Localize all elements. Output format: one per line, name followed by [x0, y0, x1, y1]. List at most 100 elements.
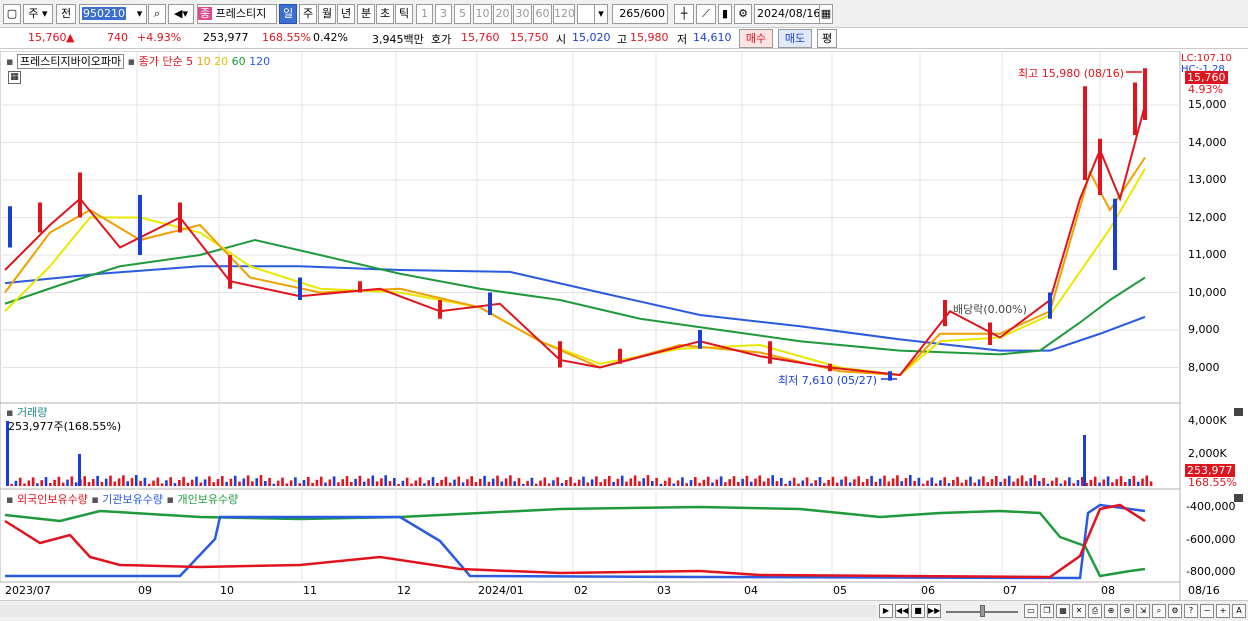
hold-y-tick: -400,000 — [1186, 500, 1236, 513]
volume-bar — [565, 480, 568, 486]
volume-bar — [380, 478, 383, 486]
close-volume-icon[interactable] — [1234, 408, 1243, 416]
volume-bar — [651, 481, 654, 486]
print-icon[interactable]: ⎙ — [1088, 604, 1102, 618]
font-icon[interactable]: A — [1232, 604, 1246, 618]
volume-bar — [964, 479, 968, 486]
volume-bar — [319, 476, 323, 486]
volume-bar — [474, 482, 478, 486]
low-annotation: 최저 7,610 (05/27) — [778, 374, 878, 387]
minus-icon[interactable]: − — [1200, 604, 1214, 618]
export-icon[interactable]: ⇲ — [1136, 604, 1150, 618]
interval-3[interactable]: 3 — [435, 4, 452, 24]
help-icon[interactable]: ? — [1184, 604, 1198, 618]
draw-tool-icon[interactable]: ⟋ — [696, 4, 716, 24]
ma-label: 종가 단순 — [138, 55, 183, 68]
volume-bar — [603, 479, 607, 486]
candle-icon[interactable]: ┼ — [674, 4, 694, 24]
x-tick: 2024/01 — [478, 584, 524, 597]
interval-1[interactable]: 1 — [416, 4, 433, 24]
rewind-icon[interactable]: ◀◀ — [895, 604, 909, 618]
interval-dropdown-icon[interactable]: ▾ — [594, 4, 608, 24]
stock-name-field[interactable]: 종 프레스티지 — [197, 4, 277, 24]
settings-icon[interactable]: ⚙ — [1168, 604, 1182, 618]
volume-bar — [384, 475, 387, 486]
search-chart-icon[interactable]: ⌕ — [1152, 604, 1166, 618]
volume-bar — [311, 482, 314, 486]
volume-bar — [1089, 479, 1093, 486]
sell-button[interactable]: 매도 — [778, 29, 812, 48]
calendar-icon[interactable]: ▦ — [819, 4, 833, 24]
search-icon[interactable]: ⌕ — [148, 4, 166, 24]
volume-bar — [1115, 479, 1118, 486]
interval-20[interactable]: 20 — [493, 4, 512, 24]
volume-bar — [418, 477, 422, 486]
volume-bar — [393, 478, 396, 486]
volume-bar — [1003, 478, 1007, 486]
volume-bar — [534, 483, 538, 486]
volume-bar — [448, 482, 452, 486]
period-second[interactable]: 초 — [376, 4, 394, 24]
volume-bar — [857, 476, 860, 486]
interval-60[interactable]: 60 — [533, 4, 552, 24]
close-holdings-icon[interactable] — [1234, 494, 1243, 502]
market-select[interactable]: 주 ▾ — [23, 4, 53, 24]
interval-5[interactable]: 5 — [454, 4, 471, 24]
copy-icon[interactable]: ❐ — [1040, 604, 1054, 618]
x-tick: 06 — [921, 584, 935, 597]
volume-bar — [681, 477, 684, 486]
buy-button[interactable]: 매수 — [739, 29, 773, 48]
volume-bar — [36, 483, 39, 486]
horizontal-scrollbar[interactable] — [0, 605, 876, 617]
gear-icon[interactable]: ⚙ — [734, 4, 752, 24]
code-dropdown-icon[interactable]: ▾ — [133, 4, 147, 24]
chart-canvas[interactable] — [0, 51, 1248, 600]
count-input[interactable]: 265/600 — [612, 4, 668, 24]
bar-icon[interactable]: ▮ — [718, 4, 732, 24]
volume-bar — [70, 476, 74, 486]
volume-bar — [1136, 481, 1140, 486]
volume-bar — [977, 479, 981, 486]
volume-pct-tag: 168.55% — [1188, 476, 1237, 489]
zoom-out-icon[interactable]: ⊖ — [1120, 604, 1134, 618]
interval-10[interactable]: 10 — [473, 4, 492, 24]
period-minute[interactable]: 분 — [357, 4, 375, 24]
volume-bar — [487, 481, 491, 486]
period-month[interactable]: 월 — [318, 4, 336, 24]
zoom-in-icon[interactable]: ⊕ — [1104, 604, 1118, 618]
ask-price: 15,760 — [461, 31, 500, 44]
interval-120[interactable]: 120 — [553, 4, 575, 24]
volume-bar — [1068, 477, 1071, 486]
interval-30[interactable]: 30 — [513, 4, 532, 24]
y-tick: 14,000 — [1188, 136, 1227, 149]
period-day[interactable]: 일 — [279, 4, 297, 24]
volume-bar — [685, 483, 688, 486]
volume-bar — [470, 476, 473, 486]
next-icon[interactable]: ▶ — [879, 604, 893, 618]
x-tick: 12 — [397, 584, 411, 597]
legend-square-icon: ▪ — [6, 55, 14, 68]
volume-bar — [199, 482, 203, 486]
zoom-slider-handle[interactable] — [980, 605, 985, 617]
type-select[interactable]: 전 — [56, 4, 76, 24]
layout-icon[interactable]: ▭ — [1024, 604, 1038, 618]
volume-bar — [410, 483, 413, 486]
forward-icon[interactable]: ▶▶ — [927, 604, 941, 618]
volume-bar — [943, 477, 946, 486]
volume-bar — [577, 479, 581, 486]
period-tick[interactable]: 틱 — [395, 4, 413, 24]
grid-icon[interactable]: ▦ — [1056, 604, 1070, 618]
speaker-icon[interactable]: ◀▾ — [168, 4, 194, 24]
crosshair-icon[interactable]: ✕ — [1072, 604, 1086, 618]
period-week[interactable]: 주 — [299, 4, 317, 24]
volume-bar — [1025, 481, 1028, 486]
chart-area[interactable]: ▪ 프레스티지바이오파마 ▪ 종가 단순 5 10 20 60 120 ▦ LC… — [0, 51, 1248, 600]
eval-button[interactable]: 평 — [817, 29, 837, 48]
plus-icon[interactable]: + — [1216, 604, 1230, 618]
table-icon[interactable]: ▦ — [8, 71, 21, 84]
volume-bar — [797, 483, 800, 486]
period-year[interactable]: 년 — [337, 4, 355, 24]
volume-bar — [947, 483, 951, 486]
panel-icon[interactable]: ▢ — [3, 4, 21, 24]
stop-icon[interactable]: ■ — [911, 604, 925, 618]
